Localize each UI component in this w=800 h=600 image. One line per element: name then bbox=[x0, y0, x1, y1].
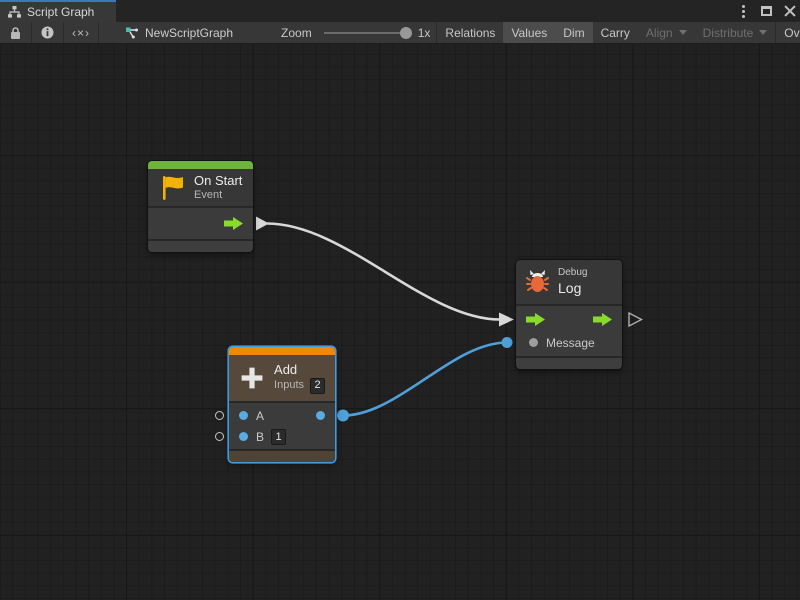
info-icon bbox=[41, 26, 54, 39]
graph-canvas[interactable]: On Start Event bbox=[0, 44, 800, 600]
lock-icon bbox=[9, 26, 22, 40]
node-footer bbox=[148, 241, 253, 252]
graph-toolbar: ‹×› NewScriptGraph Zoom 1x Relations Val… bbox=[0, 22, 800, 44]
value-port-b[interactable] bbox=[239, 432, 248, 441]
dim-button[interactable]: Dim bbox=[555, 22, 592, 44]
wires-layer bbox=[0, 44, 800, 600]
relations-button[interactable]: Relations bbox=[437, 22, 503, 44]
zoom-control: Zoom 1x bbox=[281, 26, 430, 40]
zoom-value: 1x bbox=[418, 26, 431, 40]
align-dropdown[interactable]: Align bbox=[638, 22, 695, 44]
code-icon: ‹×› bbox=[72, 26, 90, 40]
node-title: Log bbox=[558, 280, 587, 298]
graph-asset-icon bbox=[125, 26, 139, 40]
chevron-down-icon bbox=[759, 30, 767, 35]
wire-blue-start-dot bbox=[337, 410, 349, 422]
node-on-start[interactable]: On Start Event bbox=[148, 161, 253, 252]
wire-onstart-to-log[interactable] bbox=[267, 224, 500, 320]
script-graph-window: Script Graph ‹×› bbox=[0, 0, 800, 600]
node-title: On Start bbox=[194, 173, 242, 189]
node-subtitle: Inputs bbox=[274, 379, 304, 393]
values-button[interactable]: Values bbox=[503, 22, 555, 44]
script-graph-icon bbox=[8, 6, 21, 18]
ghost-port-indicator bbox=[215, 411, 224, 420]
flow-input-port[interactable] bbox=[526, 313, 545, 326]
event-accent-bar bbox=[148, 161, 253, 169]
b-value-field[interactable]: 1 bbox=[271, 429, 286, 445]
ghost-port-indicator bbox=[215, 432, 224, 441]
node-surtitle: Debug bbox=[558, 267, 587, 280]
maximize-icon[interactable] bbox=[761, 6, 772, 16]
zoom-label: Zoom bbox=[281, 26, 312, 40]
inputs-count-badge[interactable]: 2 bbox=[310, 378, 325, 394]
info-button[interactable] bbox=[32, 22, 63, 44]
lock-button[interactable] bbox=[0, 22, 31, 44]
node-footer bbox=[229, 451, 335, 462]
flow-output-port[interactable] bbox=[224, 217, 243, 230]
wire-end-arrow-icon bbox=[499, 313, 514, 327]
chevron-down-icon bbox=[679, 30, 687, 35]
graph-asset-name: NewScriptGraph bbox=[145, 26, 233, 40]
node-footer bbox=[516, 358, 622, 369]
add-accent-bar bbox=[229, 347, 335, 355]
node-add[interactable]: Add Inputs 2 A bbox=[229, 347, 335, 462]
bug-icon bbox=[526, 270, 549, 294]
carry-button[interactable]: Carry bbox=[593, 22, 638, 44]
node-subtitle: Event bbox=[194, 189, 242, 203]
plus-icon bbox=[239, 363, 265, 393]
port-b-label: B bbox=[256, 430, 264, 444]
overview-button[interactable]: Overview bbox=[776, 22, 800, 44]
wire-add-to-message[interactable] bbox=[343, 343, 507, 416]
title-bar: Script Graph bbox=[0, 0, 800, 22]
node-debug-log[interactable]: Debug Log Message bbox=[516, 260, 622, 369]
unconnected-flow-triangle-icon bbox=[629, 313, 642, 326]
value-port-a[interactable] bbox=[239, 411, 248, 420]
zoom-slider[interactable] bbox=[324, 32, 410, 34]
code-view-button[interactable]: ‹×› bbox=[64, 22, 98, 44]
message-port-label: Message bbox=[546, 336, 595, 350]
graph-asset-label[interactable]: NewScriptGraph bbox=[125, 26, 233, 40]
wire-blue-end-dot bbox=[502, 337, 513, 348]
flow-output-port[interactable] bbox=[593, 313, 612, 326]
distribute-dropdown[interactable]: Distribute bbox=[695, 22, 776, 44]
port-a-label: A bbox=[256, 409, 264, 423]
tab-title: Script Graph bbox=[27, 5, 94, 19]
wire-start-arrow-icon bbox=[256, 217, 269, 231]
close-icon[interactable] bbox=[784, 5, 796, 17]
value-port-sum[interactable] bbox=[316, 411, 325, 420]
kebab-menu-icon[interactable] bbox=[738, 3, 749, 20]
flag-icon bbox=[158, 174, 185, 202]
zoom-slider-handle[interactable] bbox=[400, 27, 412, 39]
message-value-port[interactable] bbox=[529, 338, 538, 347]
node-title: Add bbox=[274, 362, 325, 378]
tab-script-graph[interactable]: Script Graph bbox=[0, 0, 116, 22]
